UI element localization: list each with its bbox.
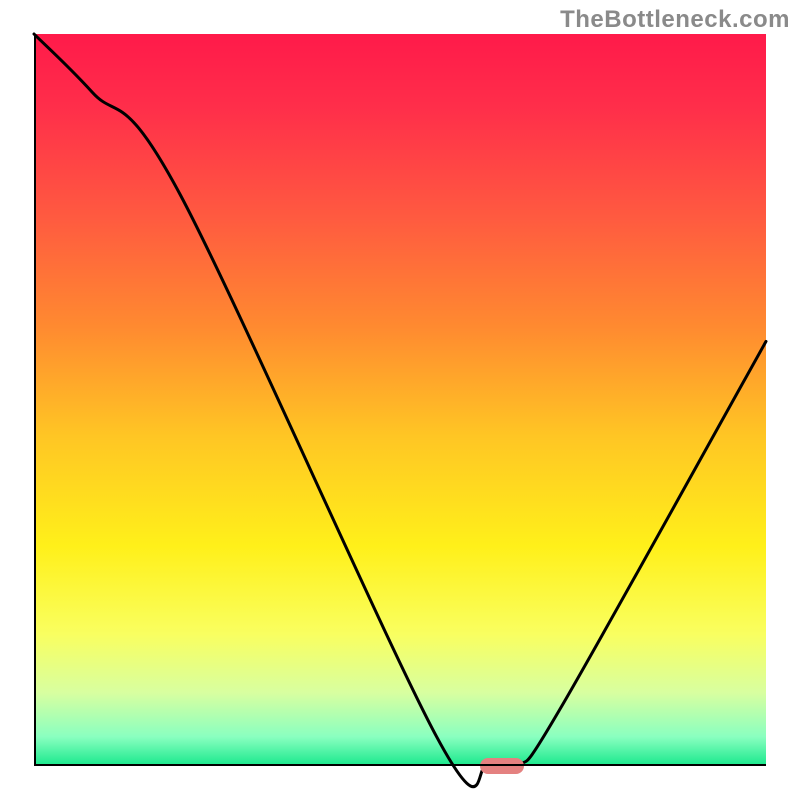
plot-area [34,34,766,766]
y-axis [34,34,36,766]
optimal-marker [480,758,524,774]
chart-stage: TheBottleneck.com [0,0,800,800]
bottleneck-curve [34,34,766,766]
watermark-text: TheBottleneck.com [560,6,790,34]
x-axis [34,764,766,766]
